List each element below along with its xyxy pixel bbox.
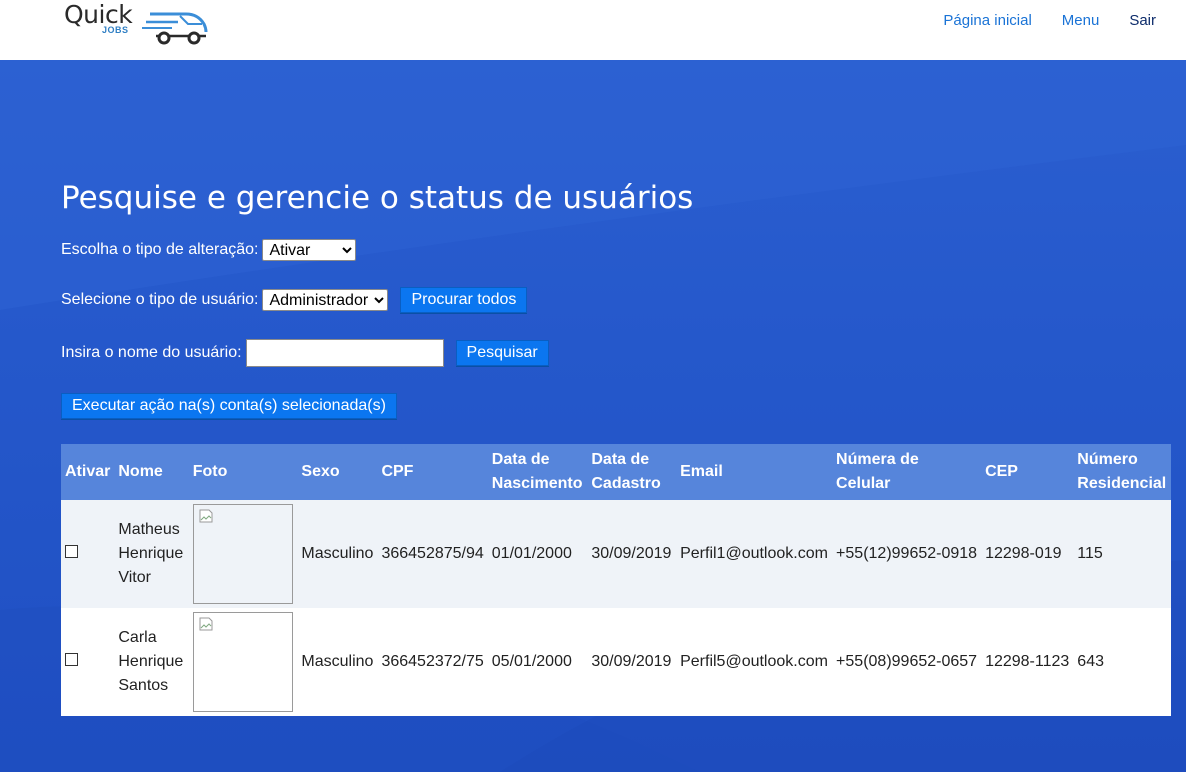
name-cell: Carla Henrique Santos	[118, 629, 184, 694]
user-type-row: Selecione o tipo de usuário: Administrad…	[61, 287, 528, 313]
birthdate-cell: 05/01/2000	[491, 653, 572, 670]
name-cell: Matheus Henrique Vitor	[118, 521, 184, 586]
search-all-button[interactable]: Procurar todos	[400, 287, 528, 313]
column-header: CPF	[381, 463, 414, 480]
alteration-type-select[interactable]: Ativar	[262, 239, 357, 261]
column-header: Sexo	[301, 463, 340, 480]
activate-cell	[61, 500, 114, 608]
birthdate-cell: 01/01/2000	[491, 545, 572, 562]
phone-cell: +55(08)99652-0657	[836, 653, 978, 670]
main-section: Pesquise e gerencie o status de usuários…	[0, 60, 1186, 772]
column-header: Nome	[118, 463, 163, 480]
nav-logout-link[interactable]: Sair	[1129, 12, 1156, 29]
house-number-cell: 643	[1077, 653, 1104, 670]
quickjobs-logo[interactable]: Quick JOBS	[62, 0, 212, 46]
column-header: Data de Nascimento	[491, 451, 583, 492]
signup-date-cell: 30/09/2019	[591, 545, 672, 562]
activate-checkbox[interactable]	[65, 653, 78, 666]
table-row: Carla Henrique Santos Masculino 36645237…	[61, 608, 1171, 716]
alteration-type-label: Escolha o tipo de alteração:	[61, 241, 259, 258]
logo-subtext: JOBS	[102, 25, 129, 35]
column-header: Número Residencial	[1077, 451, 1167, 492]
page-title: Pesquise e gerencie o status de usuários	[61, 180, 694, 216]
search-button[interactable]: Pesquisar	[455, 340, 549, 366]
activate-cell	[61, 608, 114, 716]
photo-cell	[189, 500, 298, 608]
column-header: Ativar	[65, 463, 111, 480]
name-search-label: Insira o nome do usuário:	[61, 344, 242, 361]
nav-home-link[interactable]: Página inicial	[943, 12, 1031, 29]
user-photo	[192, 612, 293, 712]
alteration-type-row: Escolha o tipo de alteração: Ativar	[61, 239, 357, 261]
cpf-cell: 366452372/75	[381, 653, 484, 670]
column-header: Email	[680, 463, 723, 480]
cep-cell: 12298-019	[985, 545, 1062, 562]
email-cell: Perfil1@outlook.com	[680, 545, 828, 562]
signup-date-cell: 30/09/2019	[591, 653, 672, 670]
nav-menu-link[interactable]: Menu	[1062, 12, 1100, 29]
photo-cell	[189, 608, 298, 716]
user-type-select[interactable]: Administrador	[262, 289, 389, 311]
column-header: Foto	[192, 463, 228, 480]
email-cell: Perfil5@outlook.com	[680, 653, 828, 670]
username-input[interactable]	[245, 339, 444, 367]
table-header-row: Ativar Nome Foto Sexo CPF Data de Nascim…	[61, 444, 1171, 500]
users-table: Ativar Nome Foto Sexo CPF Data de Nascim…	[61, 444, 1171, 716]
execute-row: Executar ação na(s) conta(s) selecionada…	[61, 393, 397, 419]
broken-image-icon	[199, 617, 213, 631]
activate-checkbox[interactable]	[65, 545, 78, 558]
car-icon	[142, 12, 208, 45]
broken-image-icon	[199, 509, 213, 523]
top-navbar: Quick JOBS Página inicial Menu Sair	[0, 0, 1186, 60]
gender-cell: Masculino	[301, 545, 374, 562]
user-type-label: Selecione o tipo de usuário:	[61, 291, 259, 308]
table-row: Matheus Henrique Vitor Masculino 3664528…	[61, 500, 1171, 608]
house-number-cell: 115	[1077, 545, 1103, 562]
main-nav: Página inicial Menu Sair	[943, 12, 1156, 29]
phone-cell: +55(12)99652-0918	[836, 545, 978, 562]
execute-action-button[interactable]: Executar ação na(s) conta(s) selecionada…	[61, 393, 397, 419]
column-header: Númera de Celular	[836, 451, 919, 492]
gender-cell: Masculino	[301, 653, 374, 670]
column-header: CEP	[985, 463, 1018, 480]
column-header: Data de Cadastro	[591, 451, 661, 492]
cpf-cell: 366452875/94	[381, 545, 484, 562]
name-search-row: Insira o nome do usuário: Pesquisar	[61, 339, 549, 367]
cep-cell: 12298-1123	[985, 653, 1070, 670]
user-photo	[192, 504, 293, 604]
